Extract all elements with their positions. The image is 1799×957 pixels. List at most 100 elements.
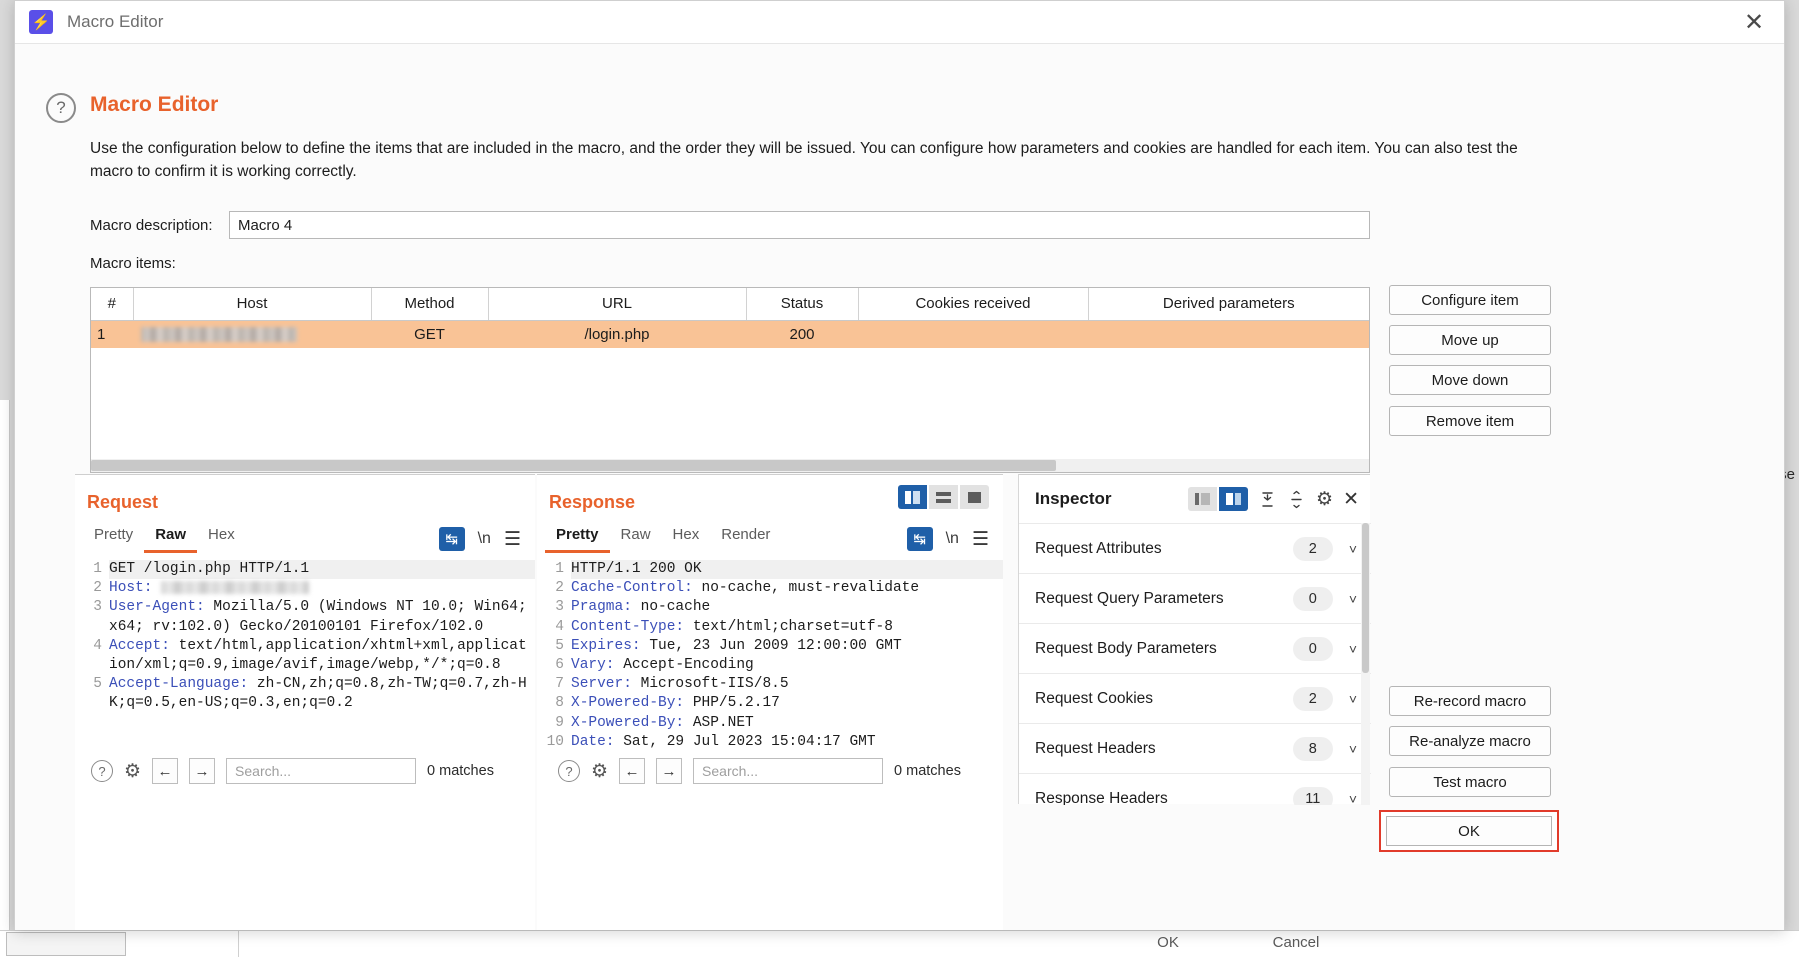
split-vertical-icon[interactable] <box>898 485 927 509</box>
request-tab-pretty[interactable]: Pretty <box>83 524 144 553</box>
request-prev-match-button[interactable]: ← <box>152 758 179 784</box>
code-line: 2 Cache-Control: no-cache, must-revalidat… <box>541 579 1003 598</box>
background-ok-button[interactable]: OK <box>1118 934 1218 951</box>
table-horizontal-scrollbar[interactable] <box>91 459 1369 472</box>
inspector-tool-group: ⚙ ✕ <box>1188 487 1363 511</box>
remove-item-button[interactable]: Remove item <box>1389 406 1551 436</box>
inspector-row[interactable]: Request Headers 8 ˅ <box>1019 723 1371 773</box>
request-help-icon[interactable]: ? <box>91 760 113 782</box>
request-tool-group: ↹ \n ☰ <box>438 527 521 551</box>
hamburger-icon[interactable]: ☰ <box>504 528 521 551</box>
table-row[interactable]: 1 GET /login.php 200 <box>91 320 1369 348</box>
code-line: 4 Accept: text/html,application/xhtml+xml… <box>79 637 535 675</box>
background-cancel-button[interactable]: Cancel <box>1246 934 1346 951</box>
code-line: 8 X-Powered-By: PHP/5.2.17 <box>541 694 1003 713</box>
chevron-down-icon[interactable]: ˅ <box>1349 741 1357 757</box>
col-header-url[interactable]: URL <box>488 288 747 321</box>
close-icon[interactable]: ✕ <box>1734 3 1774 41</box>
inspector-row-count: 2 <box>1292 686 1333 711</box>
move-up-button[interactable]: Move up <box>1389 325 1551 355</box>
response-tab-raw[interactable]: Raw <box>610 524 662 553</box>
inspector-row-label: Request Headers <box>1035 739 1156 757</box>
wrap-icon[interactable]: ↹ <box>438 527 465 551</box>
close-icon[interactable]: ✕ <box>1343 488 1363 511</box>
response-tab-pretty[interactable]: Pretty <box>545 524 610 553</box>
response-tab-render[interactable]: Render <box>710 524 781 553</box>
request-tab-raw[interactable]: Raw <box>144 524 198 553</box>
lightning-bolt-icon: ⚡ <box>29 10 53 34</box>
cell-derived-parameters <box>1088 320 1369 348</box>
move-down-button[interactable]: Move down <box>1389 365 1551 395</box>
code-line: 9 X-Powered-By: ASP.NET <box>541 714 1003 733</box>
line-number: 4 <box>93 637 102 654</box>
dock-right-icon[interactable] <box>1219 487 1249 511</box>
col-header-cookies-received[interactable]: Cookies received <box>858 288 1089 321</box>
wrap-icon[interactable]: ↹ <box>906 527 933 551</box>
col-header-num[interactable]: # <box>91 288 134 321</box>
line-number: 3 <box>555 599 564 616</box>
request-tab-hex[interactable]: Hex <box>197 524 246 553</box>
expand-all-icon[interactable] <box>1258 490 1277 509</box>
re-record-macro-button[interactable]: Re-record macro <box>1389 686 1551 716</box>
configure-item-button[interactable]: Configure item <box>1389 285 1551 315</box>
newline-icon[interactable]: \n <box>478 530 491 548</box>
response-code-view[interactable]: 1 HTTP/1.1 200 OK 2 Cache-Control: no-cache… <box>537 560 1003 756</box>
inspector-row[interactable]: Request Attributes 2 ˅ <box>1019 523 1371 573</box>
split-horizontal-icon[interactable] <box>929 485 958 509</box>
request-code-view[interactable]: 1 GET /login.php HTTP/1.1 2 Host: 3 User-Age… <box>75 560 535 756</box>
chevron-down-icon[interactable]: ˅ <box>1349 591 1357 607</box>
chevron-down-icon[interactable]: ˅ <box>1349 791 1357 806</box>
code-line: 2 Host: <box>79 579 535 598</box>
line-number: 5 <box>93 676 102 693</box>
inspector-row-label: Request Attributes <box>1035 539 1162 557</box>
inspector-row-label: Request Query Parameters <box>1035 589 1224 607</box>
col-header-derived-parameters[interactable]: Derived parameters <box>1088 288 1369 321</box>
col-header-host[interactable]: Host <box>133 288 372 321</box>
col-header-status[interactable]: Status <box>746 288 859 321</box>
inspector-scroll-thumb[interactable] <box>1362 523 1369 673</box>
collapse-all-icon[interactable] <box>1287 490 1306 509</box>
chevron-down-icon[interactable]: ˅ <box>1349 691 1357 707</box>
inspector-row[interactable]: Request Query Parameters 0 ˅ <box>1019 573 1371 623</box>
background-bottom-bar <box>0 930 1799 957</box>
code-line: 5 Expires: Tue, 23 Jun 2009 12:00:00 GMT <box>541 637 1003 656</box>
response-tab-hex[interactable]: Hex <box>662 524 711 553</box>
col-header-method[interactable]: Method <box>371 288 489 321</box>
code-line: 5 Accept-Language: zh-CN,zh;q=0.8,zh-TW;q… <box>79 675 535 713</box>
dock-left-icon[interactable] <box>1188 487 1218 511</box>
line-number: 6 <box>555 657 564 674</box>
hamburger-icon[interactable]: ☰ <box>972 528 989 551</box>
response-help-icon[interactable]: ? <box>558 760 580 782</box>
inspector-scrollbar[interactable] <box>1361 523 1370 805</box>
response-gear-icon[interactable]: ⚙ <box>591 760 608 783</box>
request-gear-icon[interactable]: ⚙ <box>124 760 141 783</box>
request-match-count: 0 matches <box>427 763 494 779</box>
response-prev-match-button[interactable]: ← <box>619 758 646 784</box>
inspector-row[interactable]: Response Headers 11 ˅ <box>1019 773 1371 805</box>
request-search-input[interactable] <box>226 758 417 784</box>
line-number: 2 <box>93 580 102 597</box>
chevron-down-icon[interactable]: ˅ <box>1349 641 1357 657</box>
ok-button[interactable]: OK <box>1386 816 1552 846</box>
header-name: Vary: <box>571 657 615 674</box>
chevron-down-icon[interactable]: ˅ <box>1349 541 1357 557</box>
code-line: 1 HTTP/1.1 200 OK <box>541 560 1003 580</box>
response-next-match-button[interactable]: → <box>656 758 683 784</box>
response-search-input[interactable] <box>693 758 884 784</box>
line-text: Cache-Control: no-cache, must-revalidate <box>571 580 920 597</box>
cell-host <box>133 320 371 348</box>
help-icon[interactable]: ? <box>46 93 76 123</box>
inspector-row[interactable]: Request Body Parameters 0 ˅ <box>1019 623 1371 673</box>
macro-description-input[interactable] <box>229 211 1370 239</box>
code-line: 6 Vary: Accept-Encoding <box>541 656 1003 675</box>
table-scroll-thumb[interactable] <box>91 460 1056 471</box>
gear-icon[interactable]: ⚙ <box>1316 488 1333 511</box>
request-next-match-button[interactable]: → <box>189 758 216 784</box>
newline-icon[interactable]: \n <box>946 530 959 548</box>
re-analyze-macro-button[interactable]: Re-analyze macro <box>1389 726 1551 756</box>
inspector-row[interactable]: Request Cookies 2 ˅ <box>1019 673 1371 723</box>
test-macro-button[interactable]: Test macro <box>1389 767 1551 797</box>
single-icon[interactable] <box>960 485 989 509</box>
header-name: Content-Type: <box>571 618 685 635</box>
line-number: 1 <box>93 561 102 577</box>
